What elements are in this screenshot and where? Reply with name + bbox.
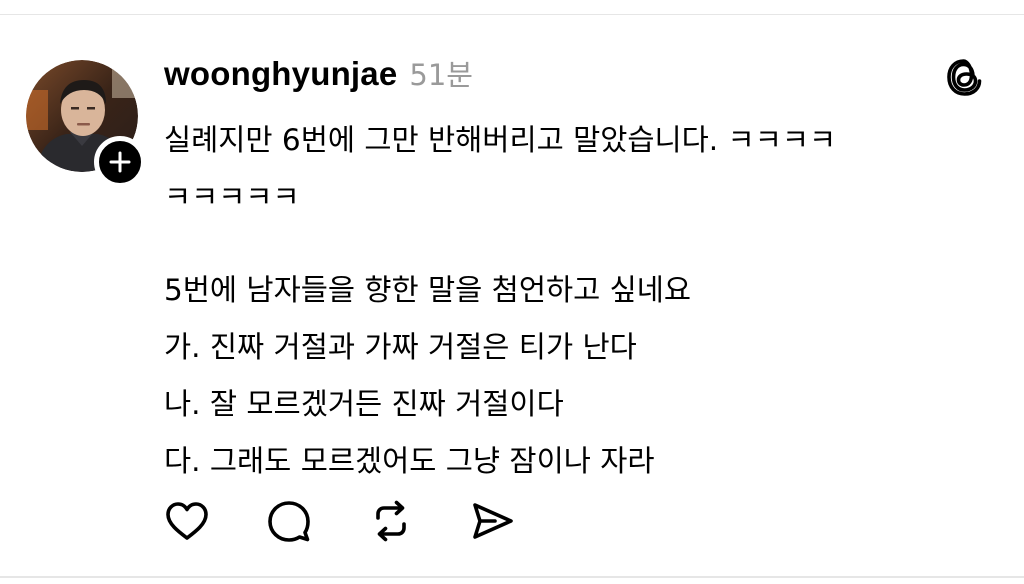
post-text-line: 실례지만 6번에 그만 반해버리고 말았습니다. ㅋㅋㅋㅋ [164,123,837,157]
reply-button[interactable] [266,498,312,544]
comment-icon [268,501,310,542]
post-text-line: 나. 잘 모르겠거든 진짜 거절이다 [164,387,564,421]
author-username[interactable]: woonghyunjae [164,55,397,93]
post-text-line: 5번에 남자들을 향한 말을 첨언하고 싶네요 [164,273,692,307]
repost-button[interactable] [368,498,414,544]
repost-icon [376,500,406,542]
top-divider [0,14,1024,15]
heart-icon [166,502,208,540]
post-actions [164,498,516,544]
post-timestamp: 51분 [409,58,473,92]
post-content: 실례지만 6번에 그만 반해버리고 말았습니다. ㅋㅋㅋㅋ ㅋㅋㅋㅋㅋ 5번에 … [164,112,994,490]
post-text-line: 가. 진짜 거절과 가짜 거절은 티가 난다 [164,330,637,364]
plus-icon [109,151,131,173]
post-header: woonghyunjae 51분 [164,52,473,94]
threads-logo-icon[interactable] [944,56,984,98]
threads-post: woonghyunjae 51분 실례지만 6번에 그만 반해버리고 말았습니다… [0,0,1024,584]
send-icon [473,503,513,539]
like-button[interactable] [164,498,210,544]
post-text-line: 다. 그래도 모르겠어도 그냥 잠이나 자라 [164,444,655,478]
share-button[interactable] [470,498,516,544]
follow-button[interactable] [94,136,146,188]
author-avatar-wrapper[interactable] [26,60,146,188]
bottom-divider [0,576,1024,578]
post-text-line: ㅋㅋㅋㅋㅋ [164,180,300,214]
